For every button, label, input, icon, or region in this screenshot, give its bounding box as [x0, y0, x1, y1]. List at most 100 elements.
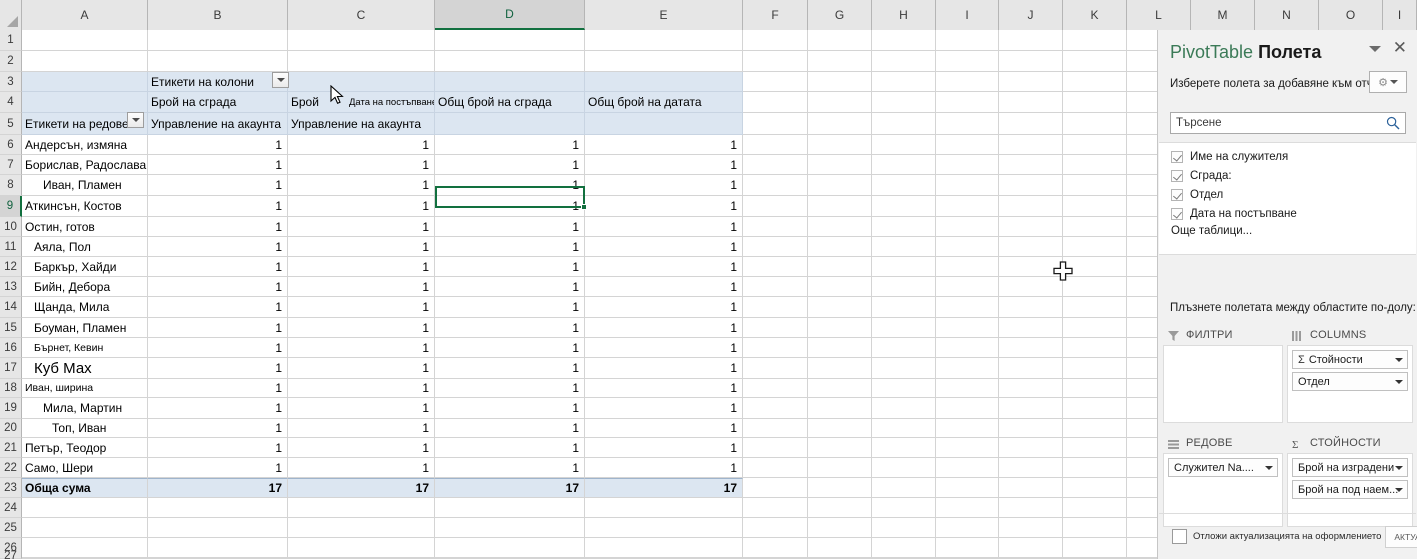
- cell-row-label-5[interactable]: Остин, готов: [22, 217, 148, 237]
- cell-I11[interactable]: [936, 237, 999, 257]
- cell-G8[interactable]: [808, 175, 872, 196]
- cell-value-r12-c2[interactable]: 1: [288, 358, 435, 379]
- cell-F15[interactable]: [743, 318, 808, 338]
- cell-K2[interactable]: [1063, 51, 1127, 72]
- cell-value-r8-c4[interactable]: 1: [585, 277, 743, 297]
- cell-value-r1-c2[interactable]: 1: [288, 135, 435, 155]
- cell-K25[interactable]: [1063, 518, 1127, 538]
- cell-J4[interactable]: [999, 92, 1063, 113]
- row-header-20[interactable]: 20: [0, 419, 22, 438]
- cell-I23[interactable]: [936, 478, 999, 498]
- row-header-27[interactable]: 27: [0, 550, 22, 559]
- field-pill-columns-0[interactable]: Σ Стойности: [1292, 350, 1408, 369]
- cell-D5[interactable]: [435, 113, 585, 135]
- chevron-down-icon[interactable]: [1395, 488, 1403, 492]
- cell-E27[interactable]: [585, 553, 743, 559]
- cell-H10[interactable]: [872, 217, 936, 237]
- zone-body-filters[interactable]: [1163, 345, 1283, 423]
- cell-G1[interactable]: [808, 30, 872, 51]
- cell-C3[interactable]: [288, 72, 435, 92]
- cell-J6[interactable]: [999, 135, 1063, 155]
- cell-value-r5-c4[interactable]: 1: [585, 217, 743, 237]
- chevron-down-icon[interactable]: [1265, 466, 1273, 470]
- cell-H9[interactable]: [872, 196, 936, 217]
- cell-J23[interactable]: [999, 478, 1063, 498]
- cell-row-label-9[interactable]: Щанда, Мила: [22, 297, 148, 318]
- cell-value-r10-c1[interactable]: 1: [148, 318, 288, 338]
- cell-H12[interactable]: [872, 257, 936, 277]
- cell-value-r9-c3[interactable]: 1: [435, 297, 585, 318]
- cell-C1[interactable]: [288, 30, 435, 51]
- cell-row-label-6[interactable]: Аяла, Пол: [22, 237, 148, 257]
- cell-F25[interactable]: [743, 518, 808, 538]
- cell-K22[interactable]: [1063, 458, 1127, 478]
- field-item-1[interactable]: Сграда:: [1159, 166, 1416, 185]
- cell-E1[interactable]: [585, 30, 743, 51]
- cell-row-label-8[interactable]: Бийн, Дебора: [22, 277, 148, 297]
- cell-value-r7-c1[interactable]: 1: [148, 257, 288, 277]
- cell-F1[interactable]: [743, 30, 808, 51]
- cell-C27[interactable]: [288, 553, 435, 559]
- cell-value-r15-c2[interactable]: 1: [288, 419, 435, 438]
- chevron-down-icon[interactable]: [1395, 380, 1403, 384]
- cell-value-r16-c2[interactable]: 1: [288, 438, 435, 458]
- cell-G6[interactable]: [808, 135, 872, 155]
- cell-value-r2-c4[interactable]: 1: [585, 155, 743, 175]
- cell-G21[interactable]: [808, 438, 872, 458]
- cell-H6[interactable]: [872, 135, 936, 155]
- cell-K16[interactable]: [1063, 338, 1127, 358]
- cell-value-r12-c1[interactable]: 1: [148, 358, 288, 379]
- cell-value-r4-c1[interactable]: 1: [148, 196, 288, 217]
- cell-I14[interactable]: [936, 297, 999, 318]
- cell-value-r5-c3[interactable]: 1: [435, 217, 585, 237]
- column-header-c-2[interactable]: C: [288, 0, 435, 30]
- cell-H8[interactable]: [872, 175, 936, 196]
- cell-G19[interactable]: [808, 398, 872, 419]
- cell-row-label-11[interactable]: Бърнет, Кевин: [22, 338, 148, 358]
- cell-K14[interactable]: [1063, 297, 1127, 318]
- cell-F19[interactable]: [743, 398, 808, 419]
- cell-value-r7-c4[interactable]: 1: [585, 257, 743, 277]
- cell-value-r1-c3[interactable]: 1: [435, 135, 585, 155]
- cell-value-r14-c1[interactable]: 1: [148, 398, 288, 419]
- cell-value-r12-c4[interactable]: 1: [585, 358, 743, 379]
- cell-G12[interactable]: [808, 257, 872, 277]
- cell-F22[interactable]: [743, 458, 808, 478]
- cell-F21[interactable]: [743, 438, 808, 458]
- cell-E25[interactable]: [585, 518, 743, 538]
- checkbox-icon[interactable]: [1171, 207, 1183, 220]
- cell-G23[interactable]: [808, 478, 872, 498]
- cell-K23[interactable]: [1063, 478, 1127, 498]
- cell-column-labels-header[interactable]: Етикети на колони: [148, 72, 288, 92]
- column-header-f-5[interactable]: F: [743, 0, 808, 30]
- cell-K11[interactable]: [1063, 237, 1127, 257]
- field-pill-rows-0[interactable]: Служител Na....: [1168, 458, 1278, 477]
- cell-I4[interactable]: [936, 92, 999, 113]
- row-header-10[interactable]: 10: [0, 217, 22, 237]
- cell-F9[interactable]: [743, 196, 808, 217]
- cell-J9[interactable]: [999, 196, 1063, 217]
- row-header-8[interactable]: 8: [0, 175, 22, 196]
- cell-J14[interactable]: [999, 297, 1063, 318]
- checkbox-icon[interactable]: [1171, 188, 1183, 201]
- cell-H25[interactable]: [872, 518, 936, 538]
- cell-B27[interactable]: [148, 553, 288, 559]
- row-header-4[interactable]: 4: [0, 92, 22, 113]
- cell-H7[interactable]: [872, 155, 936, 175]
- cell-J11[interactable]: [999, 237, 1063, 257]
- row-header-13[interactable]: 13: [0, 277, 22, 297]
- cell-I3[interactable]: [936, 72, 999, 92]
- row-header-25[interactable]: 25: [0, 518, 22, 538]
- cell-measure-header-3[interactable]: Общ брой на сграда: [435, 92, 585, 113]
- cell-D24[interactable]: [435, 498, 585, 518]
- cell-value-r6-c3[interactable]: 1: [435, 237, 585, 257]
- row-header-16[interactable]: 16: [0, 338, 22, 358]
- cell-I22[interactable]: [936, 458, 999, 478]
- cell-value-r2-c2[interactable]: 1: [288, 155, 435, 175]
- cell-F2[interactable]: [743, 51, 808, 72]
- field-pill-columns-1[interactable]: Отдел: [1292, 372, 1408, 391]
- cell-I24[interactable]: [936, 498, 999, 518]
- close-icon[interactable]: ✕: [1393, 39, 1407, 56]
- column-labels-filter-button[interactable]: [272, 72, 289, 88]
- cell-K17[interactable]: [1063, 358, 1127, 379]
